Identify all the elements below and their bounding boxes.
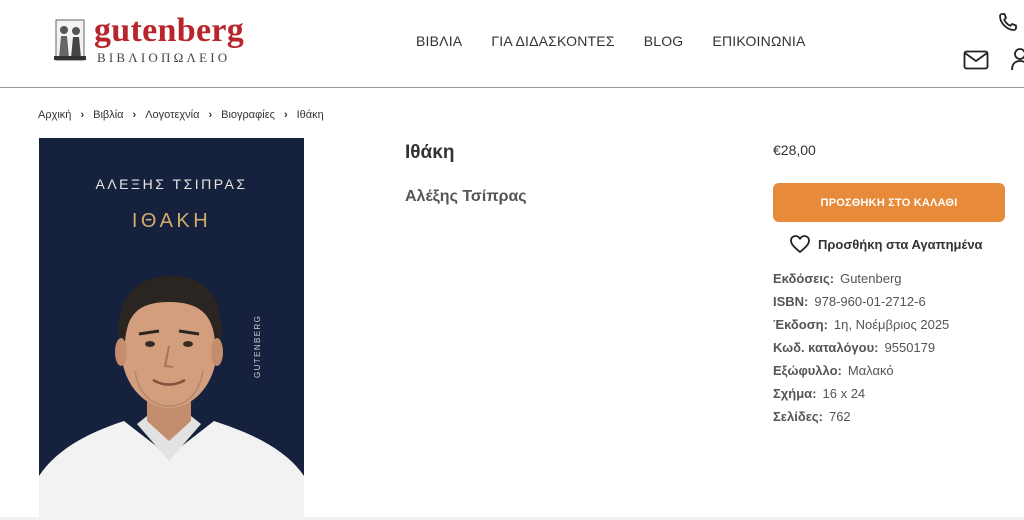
breadcrumb-literature[interactable]: Λογοτεχνία — [145, 109, 199, 121]
add-to-cart-button[interactable]: ΠΡΟΣΘΗΚΗ ΣΤΟ ΚΑΛΑΘΙ — [773, 183, 1005, 222]
detail-label: Εκδόσεις: — [773, 271, 835, 286]
detail-value: 762 — [828, 409, 851, 424]
detail-pages: Σελίδες: 762 — [773, 408, 949, 431]
wishlist-label: Προσθήκη στα Αγαπημένα — [818, 236, 983, 252]
site-header: gutenberg ΒΙΒΛΙΟΠΩΛΕΙΟ ΒΙΒΛΙΑ ΓΙΑ ΔΙΔΑΣΚ… — [0, 0, 1024, 88]
breadcrumb-current: Ιθάκη — [296, 109, 324, 121]
breadcrumb-separator-icon: › — [132, 109, 137, 121]
breadcrumb-home[interactable]: Αρχική — [38, 109, 71, 121]
book-cover-image[interactable]: ΑΛΕΞΗΣ ΤΣΙΠΡΑΣ ΙΘΑΚΗ GUTENBERG — [39, 138, 304, 520]
heart-icon — [790, 235, 810, 253]
breadcrumb-separator-icon: › — [80, 109, 85, 121]
cover-author: ΑΛΕΞΗΣ ΤΣΙΠΡΑΣ — [95, 176, 248, 192]
nav-item-contact[interactable]: ΕΠΙΚΟΙΝΩΝΙΑ — [712, 33, 805, 49]
detail-label: Εξώφυλλο: — [773, 363, 842, 378]
logo-subtitle: ΒΙΒΛΙΟΠΩΛΕΙΟ — [97, 50, 231, 65]
detail-value: 9550179 — [884, 340, 936, 355]
detail-value[interactable]: Gutenberg — [840, 271, 901, 286]
breadcrumb-books[interactable]: Βιβλία — [93, 109, 123, 121]
breadcrumb-biographies[interactable]: Βιογραφίες — [221, 109, 275, 121]
detail-value: 16 x 24 — [822, 386, 866, 401]
detail-publisher: Εκδόσεις: Gutenberg — [773, 270, 949, 293]
detail-binding: Εξώφυλλο: Μαλακό — [773, 362, 949, 385]
product-title: Ιθάκη — [405, 142, 455, 163]
mail-icon[interactable] — [963, 50, 989, 70]
product-price: €28,00 — [773, 142, 816, 158]
breadcrumb: Αρχική › Βιβλία › Λογοτεχνία › Βιογραφίε… — [38, 109, 324, 121]
detail-catalog-code: Κωδ. καταλόγου: 9550179 — [773, 339, 949, 362]
main-nav: ΒΙΒΛΙΑ ΓΙΑ ΔΙΔΑΣΚΟΝΤΕΣ BLOG ΕΠΙΚΟΙΝΩΝΙΑ — [416, 33, 835, 49]
add-to-wishlist-button[interactable]: Προσθήκη στα Αγαπημένα — [789, 234, 983, 254]
detail-value: 1η, Νοέμβριος 2025 — [833, 317, 950, 332]
phone-icon[interactable] — [998, 12, 1018, 32]
detail-value: Μαλακό — [847, 363, 894, 378]
detail-label: ISBN: — [773, 294, 809, 309]
detail-isbn: ISBN: 978-960-01-2712-6 — [773, 293, 949, 316]
product-details: Εκδόσεις: Gutenberg ISBN: 978-960-01-2712-… — [773, 270, 949, 431]
breadcrumb-separator-icon: › — [283, 109, 288, 121]
detail-label: Σχήμα: — [773, 386, 817, 401]
nav-item-teachers[interactable]: ΓΙΑ ΔΙΔΑΣΚΟΝΤΕΣ — [491, 33, 614, 49]
detail-label: Έκδοση: — [773, 317, 828, 332]
logo-wordmark: gutenberg — [94, 12, 245, 49]
product-author[interactable]: Αλέξης Τσίπρας — [405, 188, 527, 206]
gutenberg-logo[interactable]: gutenberg ΒΙΒΛΙΟΠΩΛΕΙΟ — [50, 12, 270, 66]
detail-label: Κωδ. καταλόγου: — [773, 340, 879, 355]
nav-item-books[interactable]: ΒΙΒΛΙΑ — [416, 33, 462, 49]
detail-format: Σχήμα: 16 x 24 — [773, 385, 949, 408]
user-icon[interactable] — [1010, 47, 1024, 71]
detail-label: Σελίδες: — [773, 409, 823, 424]
logo-emblem-icon — [54, 19, 86, 61]
detail-value: 978-960-01-2712-6 — [814, 294, 926, 309]
cover-title: ΙΘΑΚΗ — [131, 210, 212, 232]
breadcrumb-separator-icon: › — [208, 109, 213, 121]
nav-item-blog[interactable]: BLOG — [644, 33, 684, 49]
detail-edition: Έκδοση: 1η, Νοέμβριος 2025 — [773, 316, 949, 339]
author-portrait — [39, 276, 304, 520]
